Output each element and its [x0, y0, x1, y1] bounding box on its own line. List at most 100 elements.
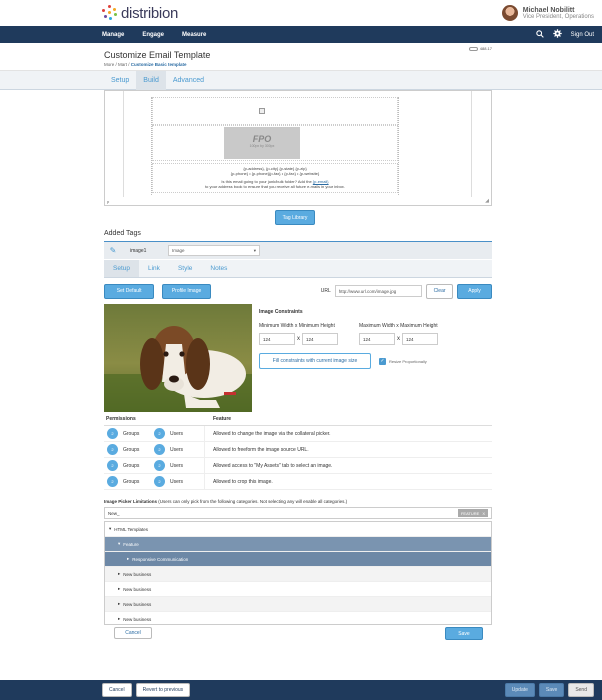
times-sign: x	[397, 336, 400, 342]
bottom-action-bar: Cancel Revert to previous Update Save Se…	[0, 680, 602, 700]
user-menu[interactable]: Michael Nobilitt Vice President, Operati…	[501, 5, 594, 21]
image-picker-title: Image Picker Limitations (Users can only…	[104, 499, 347, 504]
list-item[interactable]: ▸ Responsive Communication	[105, 552, 491, 567]
list-item[interactable]: ▸ New business	[105, 567, 491, 582]
email-canvas: FPO 100px by 300px {p-address}, {p-city}…	[151, 97, 399, 195]
editor-status: p	[107, 199, 110, 204]
users-count-badge[interactable]: 2	[154, 444, 165, 455]
tab-setup[interactable]: Setup	[104, 71, 136, 91]
nav-item-manage[interactable]: Manage	[102, 32, 124, 38]
min-width-input[interactable]: 124	[259, 333, 295, 345]
search-icon[interactable]	[535, 29, 544, 40]
update-button[interactable]: Update	[504, 683, 535, 697]
breadcrumb-path[interactable]: More / Mart /	[104, 62, 130, 67]
tree-item-label: Feature	[123, 541, 139, 547]
save-button[interactable]: Save	[445, 627, 483, 640]
tag-type-value: Image	[172, 248, 185, 253]
revert-button[interactable]: Revert to previous	[135, 683, 191, 697]
bottom-cancel-button[interactable]: Cancel	[102, 683, 132, 697]
tree-item-label: HTML Templates	[114, 526, 149, 532]
top-header: distribion Michael Nobilitt Vice Preside…	[0, 0, 602, 26]
constraints-title: Image Constraints	[259, 309, 303, 315]
subtab-setup[interactable]: Setup	[104, 260, 139, 277]
nav-item-engage[interactable]: Engage	[142, 32, 164, 38]
caret-down-icon[interactable]: ▾	[109, 526, 111, 532]
tag-library-button[interactable]: Tag Library	[275, 210, 315, 225]
page-heading: Customize Email Template More / Mart / C…	[104, 44, 492, 72]
caret-right-icon[interactable]: ▸	[127, 556, 129, 562]
tree-item-label: New business	[123, 601, 152, 607]
image-preview[interactable]	[104, 304, 252, 412]
pencil-icon[interactable]: ✎	[104, 246, 122, 255]
max-height-input[interactable]: 124	[402, 333, 438, 345]
tag-name: image1	[130, 247, 147, 254]
groups-count-badge[interactable]: 2	[107, 460, 118, 471]
message-counter[interactable]: 488.17	[468, 46, 492, 51]
groups-count-badge[interactable]: 2	[107, 476, 118, 487]
image-constraints: Image Constraints Minimum Width x Minimu…	[259, 309, 491, 369]
table-row: 2 Groups 2 Users Allowed to crop this imag…	[104, 474, 492, 490]
caret-right-icon[interactable]: ▸	[118, 571, 120, 577]
brand-logo[interactable]: distribion	[102, 5, 178, 22]
resize-proportionally-checkbox[interactable]: ✓ Resize Proportionally	[379, 357, 427, 365]
permissions-table: Permissions Feature 2 Groups 2 Users Allow…	[104, 416, 492, 490]
logo-dots-icon	[102, 5, 118, 21]
fill-constraints-button[interactable]: Fill constraints with current image size	[259, 353, 371, 369]
header-block[interactable]	[152, 97, 398, 125]
close-icon[interactable]: X	[482, 511, 485, 516]
list-item[interactable]: ▸ New business	[105, 612, 491, 624]
user-name: Michael Nobilitt	[522, 6, 575, 14]
caret-right-icon[interactable]: ▸	[118, 601, 120, 607]
max-width-input[interactable]: 124	[359, 333, 395, 345]
list-item[interactable]: ▾ HTML Templates	[105, 522, 491, 537]
tab-advanced[interactable]: Advanced	[166, 71, 211, 91]
min-height-input[interactable]: 124	[302, 333, 338, 345]
groups-count-badge[interactable]: 2	[107, 428, 118, 439]
users-count-badge[interactable]: 2	[154, 428, 165, 439]
users-count-badge[interactable]: 2	[154, 476, 165, 487]
fpo-placeholder[interactable]: FPO 100px by 300px	[224, 127, 300, 159]
tag-type-select[interactable]: Image ▾	[168, 245, 260, 256]
editor-guide	[471, 91, 472, 197]
users-count-badge[interactable]: 2	[154, 460, 165, 471]
users-label: Users	[170, 462, 184, 469]
clear-button[interactable]: Clear	[425, 283, 454, 299]
caret-right-icon[interactable]: ▾	[118, 541, 120, 547]
list-item[interactable]: ▸ New business	[105, 597, 491, 612]
selected-category-chip[interactable]: FEATURE X	[457, 509, 488, 517]
resize-grip-icon[interactable]: ◢	[485, 198, 489, 204]
checkmark-icon: ✓	[379, 357, 386, 365]
bottom-save-button[interactable]: Save	[538, 683, 565, 697]
feature-text: Allowed to change the image via the coll…	[204, 426, 492, 441]
tab-build[interactable]: Build	[136, 71, 166, 91]
fpo-label: FPO	[252, 134, 272, 144]
table-row: 2 Groups 2 Users Allowed to change the ima…	[104, 426, 492, 442]
avatar[interactable]	[501, 5, 518, 21]
message-count: 488.17	[479, 46, 492, 51]
nav-item-measure[interactable]: Measure	[182, 32, 206, 38]
times-sign: x	[297, 336, 300, 342]
template-editor[interactable]: FPO 100px by 300px {p-address}, {p-city}…	[104, 90, 492, 206]
caret-right-icon[interactable]: ▸	[118, 616, 120, 622]
chevron-down-icon: ▾	[253, 247, 256, 253]
list-item[interactable]: ▾ Feature	[105, 537, 491, 552]
cancel-button[interactable]: Cancel	[114, 627, 152, 639]
broken-image-icon	[259, 108, 265, 114]
users-label: Users	[170, 478, 184, 485]
category-search-input[interactable]: New_ FEATURE X	[104, 507, 492, 519]
subtab-style[interactable]: Style	[169, 260, 201, 277]
gear-icon[interactable]	[552, 29, 562, 40]
url-input[interactable]: http://www.url.com/image.jpg	[334, 285, 422, 297]
sign-out-link[interactable]: Sign Out	[571, 32, 594, 38]
groups-count-badge[interactable]: 2	[107, 444, 118, 455]
apply-button[interactable]: Apply	[457, 283, 492, 299]
set-default-button[interactable]: Set Default	[104, 283, 155, 299]
subtab-link[interactable]: Link	[139, 260, 169, 277]
profile-image-button[interactable]: Profile Image	[162, 283, 211, 299]
list-item[interactable]: ▸ New business	[105, 582, 491, 597]
send-button[interactable]: Send	[568, 683, 594, 697]
subtab-notes[interactable]: Notes	[201, 260, 236, 277]
tag-subtabs: Setup Link Style Notes	[104, 260, 492, 278]
caret-right-icon[interactable]: ▸	[118, 586, 120, 592]
feature-text: Allowed access to "My Assets" tab to sel…	[204, 458, 492, 473]
